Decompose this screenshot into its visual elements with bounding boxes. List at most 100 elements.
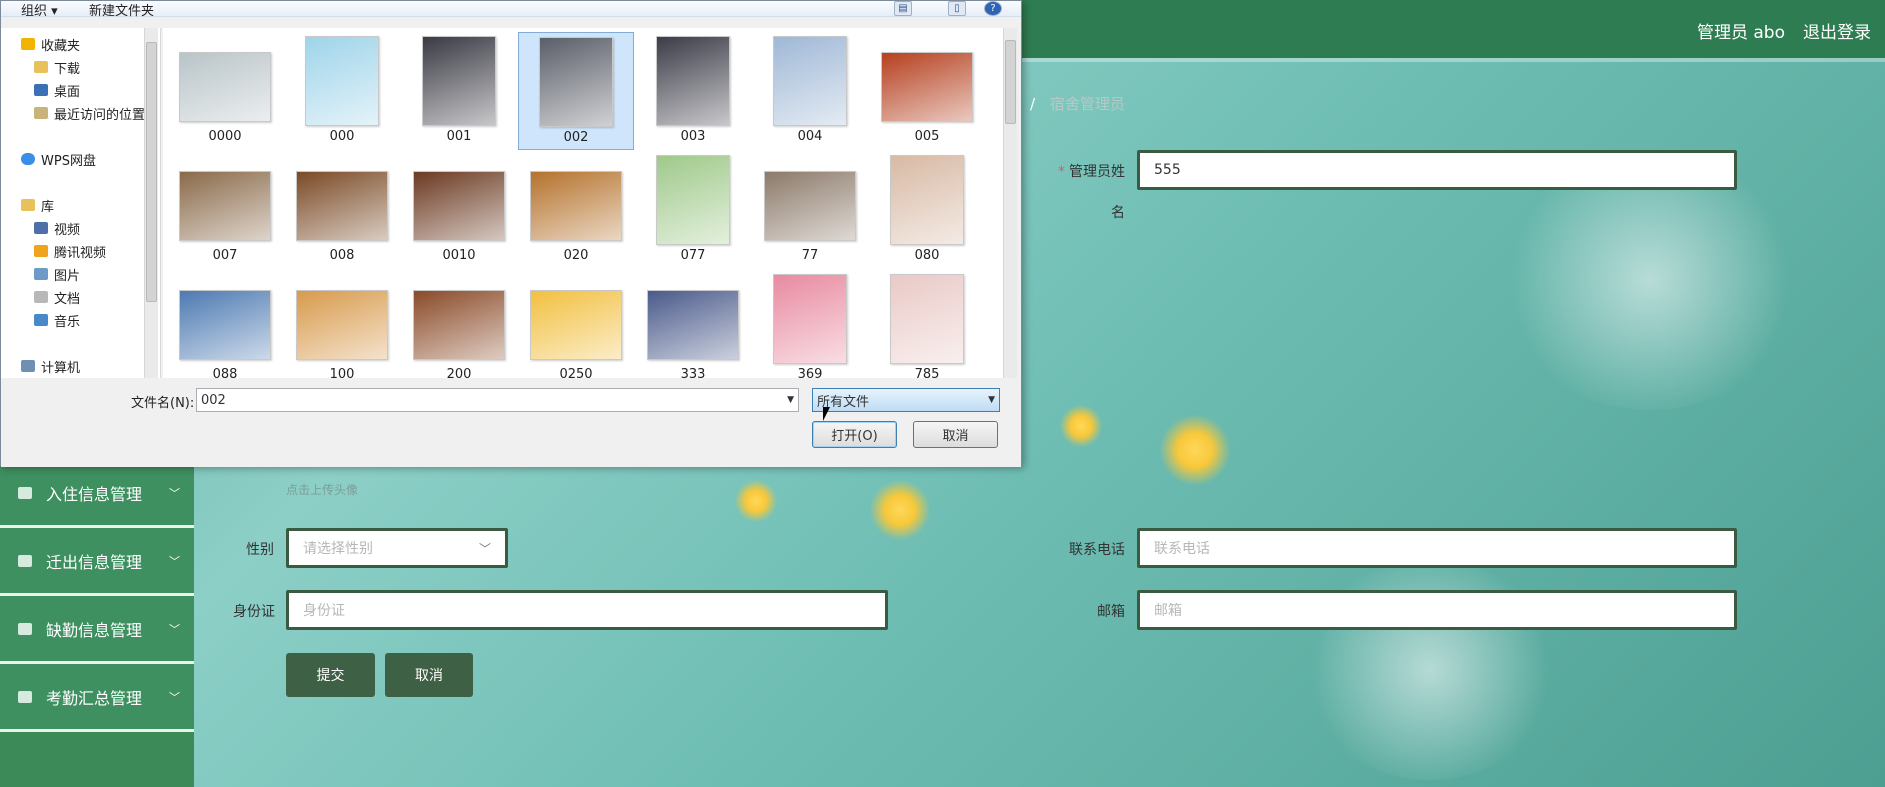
file-item[interactable]: 785 xyxy=(869,270,985,388)
file-name: 008 xyxy=(329,248,355,263)
nav-item-documents[interactable]: 文档 xyxy=(34,286,80,308)
file-item[interactable]: 0010 xyxy=(401,151,517,269)
file-thumbnail xyxy=(647,290,739,360)
nav-item-downloads[interactable]: 下载 xyxy=(34,56,80,78)
current-user: 管理员 abo xyxy=(1696,23,1785,43)
file-thumbnail xyxy=(773,274,847,364)
file-thumbnail xyxy=(179,171,271,241)
new-folder-button[interactable]: 新建文件夹 xyxy=(89,0,154,19)
required-mark: * xyxy=(1058,164,1065,180)
library-icon xyxy=(21,199,35,211)
file-item[interactable]: 077 xyxy=(635,151,751,269)
file-thumbnail xyxy=(773,36,847,126)
background-flower xyxy=(870,480,930,540)
file-type-select[interactable]: 所有文件 ▼ xyxy=(812,388,1000,412)
file-thumbnail xyxy=(530,290,622,360)
nav-scrollbar-thumb[interactable] xyxy=(146,42,157,302)
pictures-icon xyxy=(34,268,48,280)
file-item[interactable]: 020 xyxy=(518,151,634,269)
file-name: 004 xyxy=(797,129,823,144)
file-name: 001 xyxy=(446,129,472,144)
file-thumbnail xyxy=(413,290,505,360)
file-name: 005 xyxy=(914,129,940,144)
gender-select[interactable]: 请选择性别 ﹀ xyxy=(286,528,508,568)
logout-link[interactable]: 退出登录 xyxy=(1803,18,1871,43)
documents-icon xyxy=(34,291,48,303)
file-item[interactable]: 000 xyxy=(284,32,400,150)
file-item[interactable]: 007 xyxy=(167,151,283,269)
star-icon xyxy=(21,38,35,50)
chevron-down-icon: ﹀ xyxy=(478,541,491,556)
recent-icon xyxy=(34,107,48,119)
nav-item-pictures[interactable]: 图片 xyxy=(34,263,80,285)
nav-item-computer[interactable]: 计算机 xyxy=(21,355,80,377)
dropdown-arrow-icon[interactable]: ▼ xyxy=(787,395,794,405)
sidebar-item-label: 缺勤信息管理 xyxy=(46,620,143,640)
file-thumbnail xyxy=(296,290,388,360)
nav-item-desktop[interactable]: 桌面 xyxy=(34,79,80,101)
nav-item-wps-cloud[interactable]: WPS网盘 xyxy=(21,148,96,170)
gender-label: 性别 xyxy=(246,542,274,558)
cancel-button[interactable]: 取消 xyxy=(385,653,473,697)
file-item[interactable]: 008 xyxy=(284,151,400,269)
file-item[interactable]: 002 xyxy=(518,32,634,150)
name-input[interactable]: 555 xyxy=(1137,150,1737,190)
tencent-video-icon xyxy=(34,245,48,257)
nav-item-recent[interactable]: 最近访问的位置 xyxy=(34,102,145,124)
view-options-icon[interactable]: ▤ xyxy=(894,1,912,16)
file-item[interactable]: 004 xyxy=(752,32,868,150)
submit-button[interactable]: 提交 xyxy=(286,653,375,697)
organize-menu[interactable]: 组织 ▾ xyxy=(21,0,58,19)
sidebar-item-attendance-summary[interactable]: 考勤汇总管理 ﹀ xyxy=(0,664,194,732)
file-list: 0000 000 001 002 003 004 005 007 008 0010 020 077 77… xyxy=(163,28,1003,382)
file-name: 0000 xyxy=(208,129,242,144)
background-flower xyxy=(735,480,777,522)
nav-item-music[interactable]: 音乐 xyxy=(34,309,80,331)
file-name: 080 xyxy=(914,248,940,263)
help-icon[interactable]: ? xyxy=(984,1,1002,16)
file-item[interactable]: 080 xyxy=(869,151,985,269)
open-button[interactable]: 打开(O) xyxy=(812,421,897,448)
file-list-scrollbar[interactable] xyxy=(1003,28,1017,378)
file-item[interactable]: 003 xyxy=(635,32,751,150)
file-thumbnail xyxy=(890,274,964,364)
nav-item-favorites[interactable]: 收藏夹 xyxy=(21,33,80,55)
name-label: * 管理员姓 xyxy=(1058,164,1125,180)
file-item[interactable]: 333 xyxy=(635,270,751,388)
stand-icon xyxy=(18,622,32,635)
computer-icon xyxy=(21,360,35,372)
file-name: 000 xyxy=(329,129,355,144)
phone-input[interactable]: 联系电话 xyxy=(1137,528,1737,568)
nav-item-tencent-video[interactable]: 腾讯视频 xyxy=(34,240,106,262)
sidebar-item-checkout[interactable]: 迁出信息管理 ﹀ xyxy=(0,528,194,596)
file-item[interactable]: 369 xyxy=(752,270,868,388)
email-input[interactable]: 邮箱 xyxy=(1137,590,1737,630)
file-item[interactable]: 0000 xyxy=(167,32,283,150)
sidebar-item-checkin[interactable]: 入住信息管理 ﹀ xyxy=(0,460,194,528)
file-thumbnail xyxy=(530,171,622,241)
file-item[interactable]: 100 xyxy=(284,270,400,388)
file-name: 003 xyxy=(680,129,706,144)
upload-avatar-hint[interactable]: 点击上传头像 xyxy=(286,481,358,498)
file-item[interactable]: 001 xyxy=(401,32,517,150)
nav-item-videos[interactable]: 视频 xyxy=(34,217,80,239)
file-item[interactable]: 0250 xyxy=(518,270,634,388)
gender-placeholder: 请选择性别 xyxy=(303,541,373,557)
preview-pane-icon[interactable]: ▯ xyxy=(948,1,966,16)
id-card-input[interactable]: 身份证 xyxy=(286,590,888,630)
filename-value: 002 xyxy=(201,392,226,408)
chevron-down-icon: ﹀ xyxy=(169,486,180,500)
file-list-scrollbar-thumb[interactable] xyxy=(1005,40,1016,124)
file-item[interactable]: 200 xyxy=(401,270,517,388)
sidebar-item-absence[interactable]: 缺勤信息管理 ﹀ xyxy=(0,596,194,664)
dialog-cancel-button[interactable]: 取消 xyxy=(913,421,998,448)
file-thumbnail xyxy=(656,155,730,245)
file-name: 002 xyxy=(563,130,589,145)
file-item[interactable]: 77 xyxy=(752,151,868,269)
nav-item-library[interactable]: 库 xyxy=(21,194,54,216)
file-item[interactable]: 005 xyxy=(869,32,985,150)
filename-input[interactable]: 002 ▼ xyxy=(196,388,799,412)
file-item[interactable]: 088 xyxy=(167,270,283,388)
nav-scrollbar[interactable] xyxy=(144,28,158,378)
cloud-icon xyxy=(21,153,35,165)
